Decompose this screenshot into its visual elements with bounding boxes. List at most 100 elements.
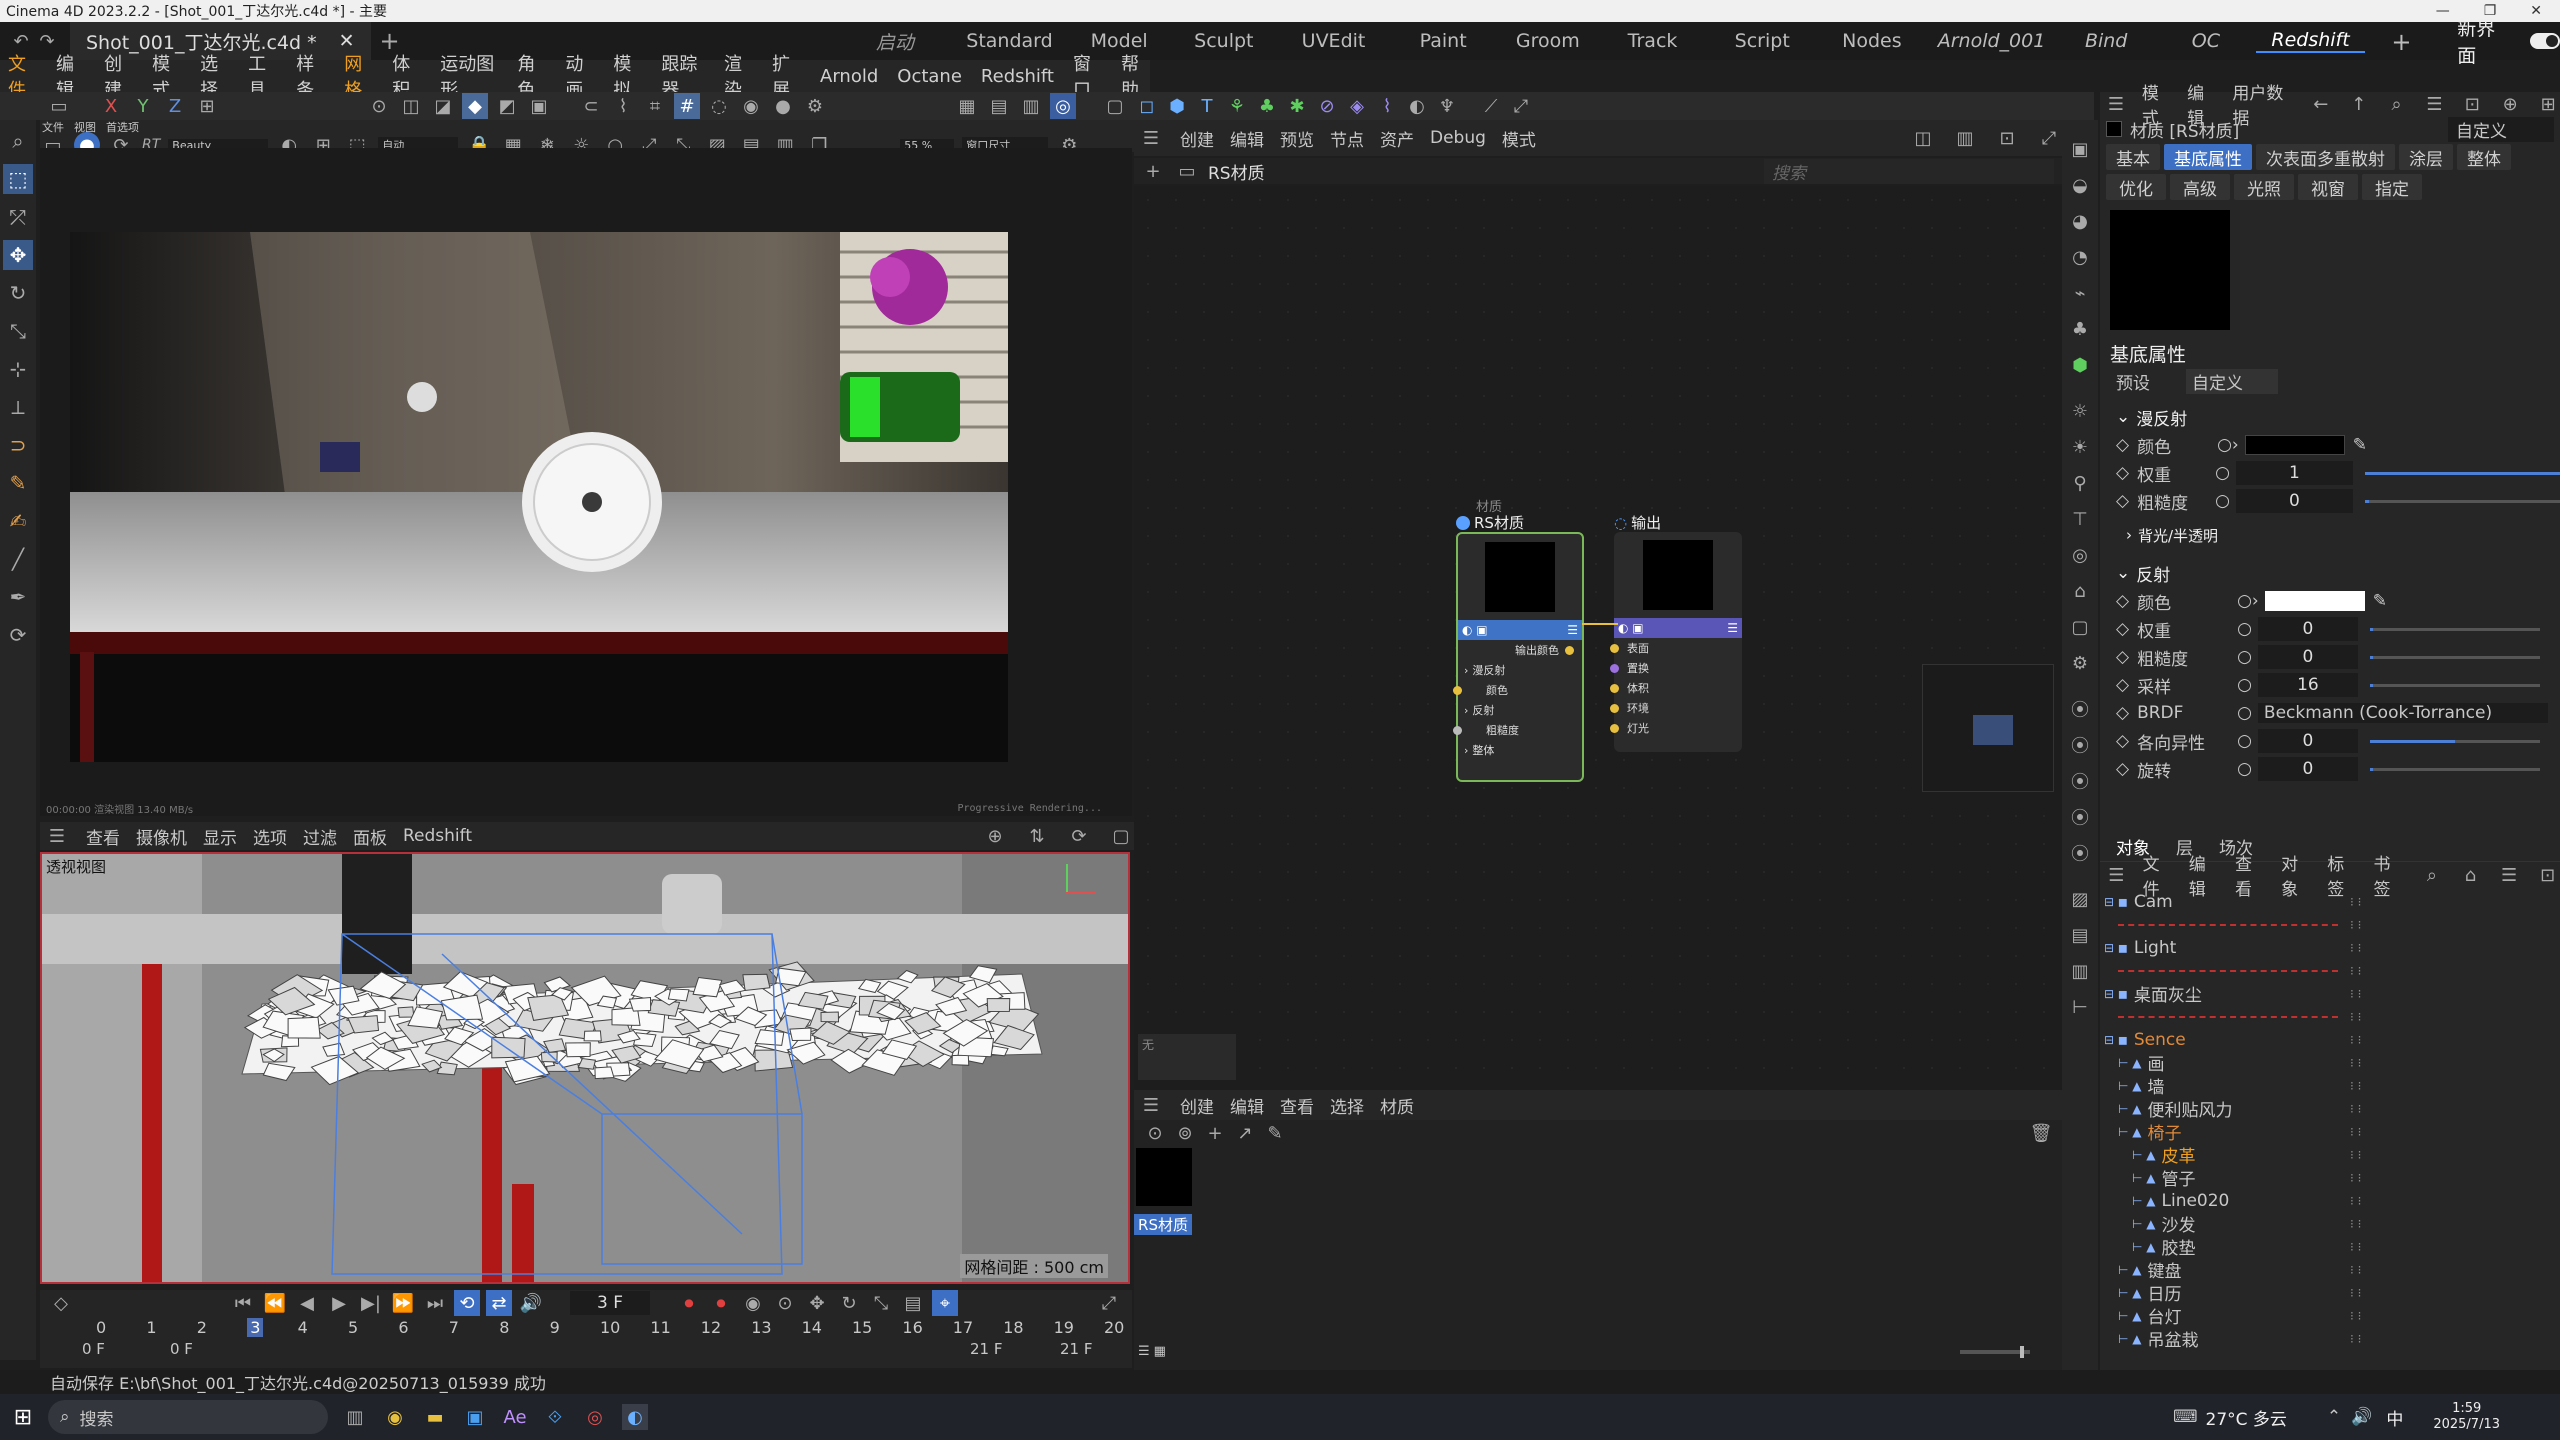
node-port[interactable]: › 整体 <box>1458 740 1582 760</box>
attr-tab[interactable]: 视窗 <box>2298 174 2358 200</box>
attr-preset-button[interactable]: 自定义 <box>2448 116 2554 142</box>
environment-icon[interactable]: ◐ <box>1404 93 1430 119</box>
rs-material2-icon[interactable]: ◔ <box>2065 242 2095 272</box>
next-key-icon[interactable]: ⏩ <box>390 1290 416 1316</box>
mat-delete-icon[interactable]: 🗑 <box>2028 1120 2054 1146</box>
attr-tab-base-props[interactable]: 基底属性 <box>2164 144 2252 170</box>
axis-z-button[interactable]: Z <box>162 93 188 119</box>
viewport-menu-item[interactable]: 显示 <box>203 824 237 849</box>
rs-tag-icon[interactable]: ♣ <box>2065 314 2095 344</box>
attr-up-icon[interactable]: ↑ <box>2347 91 2371 117</box>
list-view-icon[interactable]: ☰ <box>1138 1344 1150 1359</box>
attr-new-icon[interactable]: ⊕ <box>2498 91 2522 117</box>
viewport-menu-item[interactable]: 过滤 <box>303 824 337 849</box>
refl-rough-slider[interactable] <box>2369 655 2540 659</box>
refl-weight-slider[interactable] <box>2369 627 2540 631</box>
uv-mode-icon[interactable]: ◩ <box>494 93 520 119</box>
rs-env-icon[interactable]: ◎ <box>2065 540 2095 570</box>
cloner-icon[interactable]: ♣ <box>1254 93 1280 119</box>
viewport-menu-item[interactable]: 查看 <box>86 824 120 849</box>
weather-text[interactable]: 27°C 多云 <box>2206 1405 2287 1430</box>
layout-tab[interactable]: 启动 <box>840 28 950 55</box>
keyframe-icon[interactable]: ◇ <box>2116 591 2129 611</box>
close-tab-icon[interactable]: ✕ <box>339 30 355 52</box>
rs-camera2-icon[interactable]: ⦿ <box>2065 730 2095 760</box>
node-port[interactable]: 置换 <box>1610 658 1742 678</box>
viewport-menu-item[interactable]: 选项 <box>253 824 287 849</box>
refl-rot-field[interactable]: 0 <box>2257 757 2358 781</box>
objmgr-search-icon[interactable]: ⌕ <box>2420 862 2445 888</box>
render-view-icon[interactable]: ● <box>770 93 796 119</box>
node-menu-item[interactable]: Debug <box>1430 128 1486 148</box>
keyframe-icon[interactable]: ◇ <box>2116 675 2129 695</box>
eyedropper-icon[interactable]: ✎ <box>2373 591 2387 611</box>
volume-icon[interactable]: 🔊 <box>2351 1407 2372 1427</box>
node-menu-icon[interactable]: ☰ <box>1138 125 1164 151</box>
node-output-port[interactable]: 输出颜色 <box>1458 640 1582 660</box>
visibility-dots[interactable]: ⁝ ⁝ <box>2350 1309 2361 1323</box>
node-search[interactable]: 搜索 <box>1764 158 2054 184</box>
viewport-rotate-icon[interactable]: ⟳ <box>1066 823 1092 849</box>
object-row[interactable]: ⊟ ◼ Light ⁝ ⁝ <box>2100 936 2560 959</box>
node-add-icon[interactable]: + <box>1140 158 1166 184</box>
object-row[interactable]: ⊢ ▲ 胶垫 ⁝ ⁝ <box>2100 1235 2560 1259</box>
polygons-mode-icon[interactable]: ◪ <box>430 93 456 119</box>
add-layout-icon[interactable]: + <box>2391 28 2417 56</box>
autokey-icon[interactable]: ⏺ <box>708 1290 734 1316</box>
keyframe-icon[interactable]: ◇ <box>2116 463 2129 483</box>
magnet-icon[interactable]: ⊂ <box>578 93 604 119</box>
axis-icon[interactable]: ⟂ <box>3 392 33 422</box>
play-icon[interactable]: ▶ <box>326 1290 352 1316</box>
go-start-icon[interactable]: ⏮ <box>230 1290 256 1316</box>
spline-icon[interactable]: ⌇ <box>1374 93 1400 119</box>
timeline-expand-icon[interactable]: ⤢ <box>1096 1290 1122 1316</box>
object-row[interactable]: ⁝ ⁝ <box>2100 1005 2560 1028</box>
node-lock-icon[interactable]: ⊡ <box>1994 125 2020 151</box>
mat-tag-icon[interactable]: ⊚ <box>1172 1120 1198 1146</box>
layout-tab[interactable]: Arnold_001 <box>1927 30 2057 52</box>
node-breadcrumb[interactable]: RS材质 <box>1208 159 1265 184</box>
zoom-icon[interactable]: ⌕ <box>3 126 33 156</box>
fullscreen-icon[interactable]: ⤢ <box>1508 93 1534 119</box>
rs-camera3-icon[interactable]: ⦿ <box>2065 766 2095 796</box>
cinema4d-taskbar-icon[interactable]: ◐ <box>622 1404 648 1430</box>
visibility-dots[interactable]: ⁝ ⁝ <box>2350 1194 2361 1208</box>
object-row[interactable]: ⁝ ⁝ <box>2100 913 2560 936</box>
visibility-dots[interactable]: ⁝ ⁝ <box>2350 1286 2361 1300</box>
refl-weight-field[interactable]: 0 <box>2257 617 2358 641</box>
visibility-dots[interactable]: ⁝ ⁝ <box>2350 1033 2361 1047</box>
layout-tab[interactable]: Nodes <box>1817 30 1927 52</box>
refl-rough-field[interactable]: 0 <box>2257 645 2358 669</box>
rs-material-icon[interactable]: ◕ <box>2065 206 2095 236</box>
rs-doc-icon[interactable]: ▥ <box>2065 956 2095 986</box>
chrome-icon[interactable]: ◉ <box>382 1404 408 1430</box>
visibility-dots[interactable]: ⁝ ⁝ <box>2350 941 2361 955</box>
viewport-menu-item[interactable]: 摄像机 <box>136 824 187 849</box>
prev-frame-icon[interactable]: ◀ <box>294 1290 320 1316</box>
taskbar-search[interactable]: ⌕ 搜索 <box>48 1400 328 1434</box>
rs-camera-icon[interactable]: ⦿ <box>2065 694 2095 724</box>
keyframe-icon[interactable]: ◇ <box>2116 759 2129 779</box>
diffuse-rough-field[interactable]: 0 <box>2235 489 2353 513</box>
viewport-menu-item[interactable]: Redshift <box>403 826 472 846</box>
attr-tab[interactable]: 整体 <box>2457 144 2511 170</box>
transform-icon[interactable]: ⊹ <box>3 354 33 384</box>
node-menu-item[interactable]: 编辑 <box>1230 126 1264 151</box>
points-mode-icon[interactable]: ⊙ <box>366 93 392 119</box>
node-port[interactable]: 粗糙度 <box>1453 720 1582 740</box>
object-row[interactable]: ⊟ ◼ 桌面灰尘 ⁝ ⁝ <box>2100 982 2560 1006</box>
visibility-dots[interactable]: ⁝ ⁝ <box>2350 1102 2361 1116</box>
layout-tab[interactable]: Track <box>1598 30 1708 52</box>
viewport-layout-icon[interactable]: ▢ <box>1108 823 1134 849</box>
scale-key-icon[interactable]: ⤡ <box>868 1290 894 1316</box>
keyframe-icon[interactable]: ◇ <box>2116 731 2129 751</box>
node-menu-item[interactable]: 预览 <box>1280 126 1314 151</box>
eyedropper-icon[interactable]: ✎ <box>2353 435 2367 455</box>
object-row[interactable]: ⊢ ▲ 键盘 ⁝ ⁝ <box>2100 1258 2560 1282</box>
move-icon[interactable]: ✥ <box>3 240 33 270</box>
rs-camera5-icon[interactable]: ⦿ <box>2065 838 2095 868</box>
keyframe-icon[interactable]: ◇ <box>2116 435 2129 455</box>
rs-material-node[interactable]: ◐ ▣ ☰ 输出颜色 › 漫反射 颜色 › 反射 粗糙度 › 整体 <box>1453 532 1584 782</box>
material-preview[interactable] <box>2110 210 2230 330</box>
menu-item[interactable]: Arnold <box>820 66 878 87</box>
